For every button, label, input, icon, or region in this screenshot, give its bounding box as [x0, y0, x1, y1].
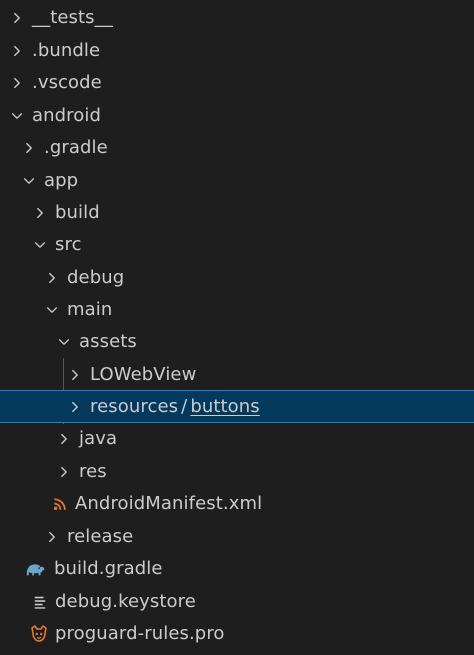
file-explorer-tree: __tests__ .bundle .vscode android .gradl…: [0, 0, 474, 655]
chevron-right-icon: [31, 204, 49, 222]
tree-item-src[interactable]: src: [0, 229, 474, 261]
tree-item-label: java: [79, 428, 118, 449]
tree-item-lowebview[interactable]: LOWebView: [0, 359, 474, 391]
chevron-right-icon: [66, 366, 84, 384]
tree-item-label: assets: [79, 331, 137, 352]
compact-folder-segment[interactable]: buttons: [190, 396, 259, 417]
tree-item-label: proguard-rules.pro: [55, 623, 225, 644]
chevron-right-icon: [43, 528, 61, 546]
tree-item-android[interactable]: android: [0, 100, 474, 132]
tree-item-debug[interactable]: debug: [0, 262, 474, 294]
tree-item-label: debug: [67, 267, 125, 288]
tree-item-label: resources / buttons: [90, 391, 260, 423]
tree-item-label: LOWebView: [90, 364, 197, 385]
path-separator: /: [181, 395, 188, 417]
tree-item-label: build: [55, 202, 100, 223]
tree-item-vscode[interactable]: .vscode: [0, 67, 474, 99]
tree-item-build[interactable]: build: [0, 197, 474, 229]
tree-item-label: build.gradle: [54, 558, 163, 579]
tree-item-dot-gradle[interactable]: .gradle: [0, 132, 474, 164]
tree-item-assets[interactable]: assets: [0, 326, 474, 358]
chevron-right-icon: [43, 269, 61, 287]
tree-item-java[interactable]: java: [0, 423, 474, 455]
chevron-right-icon: [55, 430, 73, 448]
chevron-down-icon: [55, 333, 73, 351]
tree-item-tests[interactable]: __tests__: [0, 2, 474, 34]
tree-item-label: android: [32, 105, 102, 126]
tree-item-app[interactable]: app: [0, 165, 474, 197]
chevron-right-icon: [55, 463, 73, 481]
lines-file-icon: [29, 591, 51, 613]
chevron-right-icon: [66, 398, 84, 416]
tree-item-label: release: [67, 526, 134, 547]
tree-item-label: .bundle: [32, 40, 101, 61]
tree-item-label: AndroidManifest.xml: [75, 493, 263, 514]
tree-item-build-gradle[interactable]: build.gradle: [0, 553, 474, 585]
tree-item-proguard-rules[interactable]: proguard-rules.pro: [0, 618, 474, 650]
tree-item-label: .gradle: [44, 137, 108, 158]
chevron-down-icon: [20, 172, 38, 190]
compact-folder-segment[interactable]: resources: [90, 396, 178, 417]
tree-item-label: main: [67, 299, 113, 320]
chevron-right-icon: [8, 74, 26, 92]
chevron-right-icon: [20, 139, 38, 157]
chevron-right-icon: [8, 42, 26, 60]
gradle-elephant-icon: [24, 558, 46, 580]
tree-item-androidmanifest[interactable]: AndroidManifest.xml: [0, 488, 474, 520]
tree-item-label: src: [55, 234, 82, 255]
tree-item-resources-buttons[interactable]: resources / buttons: [0, 390, 474, 423]
tree-item-label: res: [79, 461, 107, 482]
tree-item-label: debug.keystore: [55, 591, 196, 612]
tree-item-label: app: [44, 170, 79, 191]
chevron-right-icon: [8, 9, 26, 27]
tree-item-release[interactable]: release: [0, 521, 474, 553]
rss-icon: [49, 493, 71, 515]
tree-item-main[interactable]: main: [0, 294, 474, 326]
proguard-icon: [28, 623, 50, 645]
chevron-down-icon: [43, 301, 61, 319]
tree-item-label: .vscode: [32, 72, 102, 93]
tree-item-debug-keystore[interactable]: debug.keystore: [0, 586, 474, 618]
chevron-down-icon: [31, 236, 49, 254]
tree-item-bundle[interactable]: .bundle: [0, 35, 474, 67]
chevron-down-icon: [8, 107, 26, 125]
tree-item-res[interactable]: res: [0, 456, 474, 488]
tree-item-label: __tests__: [32, 7, 113, 28]
